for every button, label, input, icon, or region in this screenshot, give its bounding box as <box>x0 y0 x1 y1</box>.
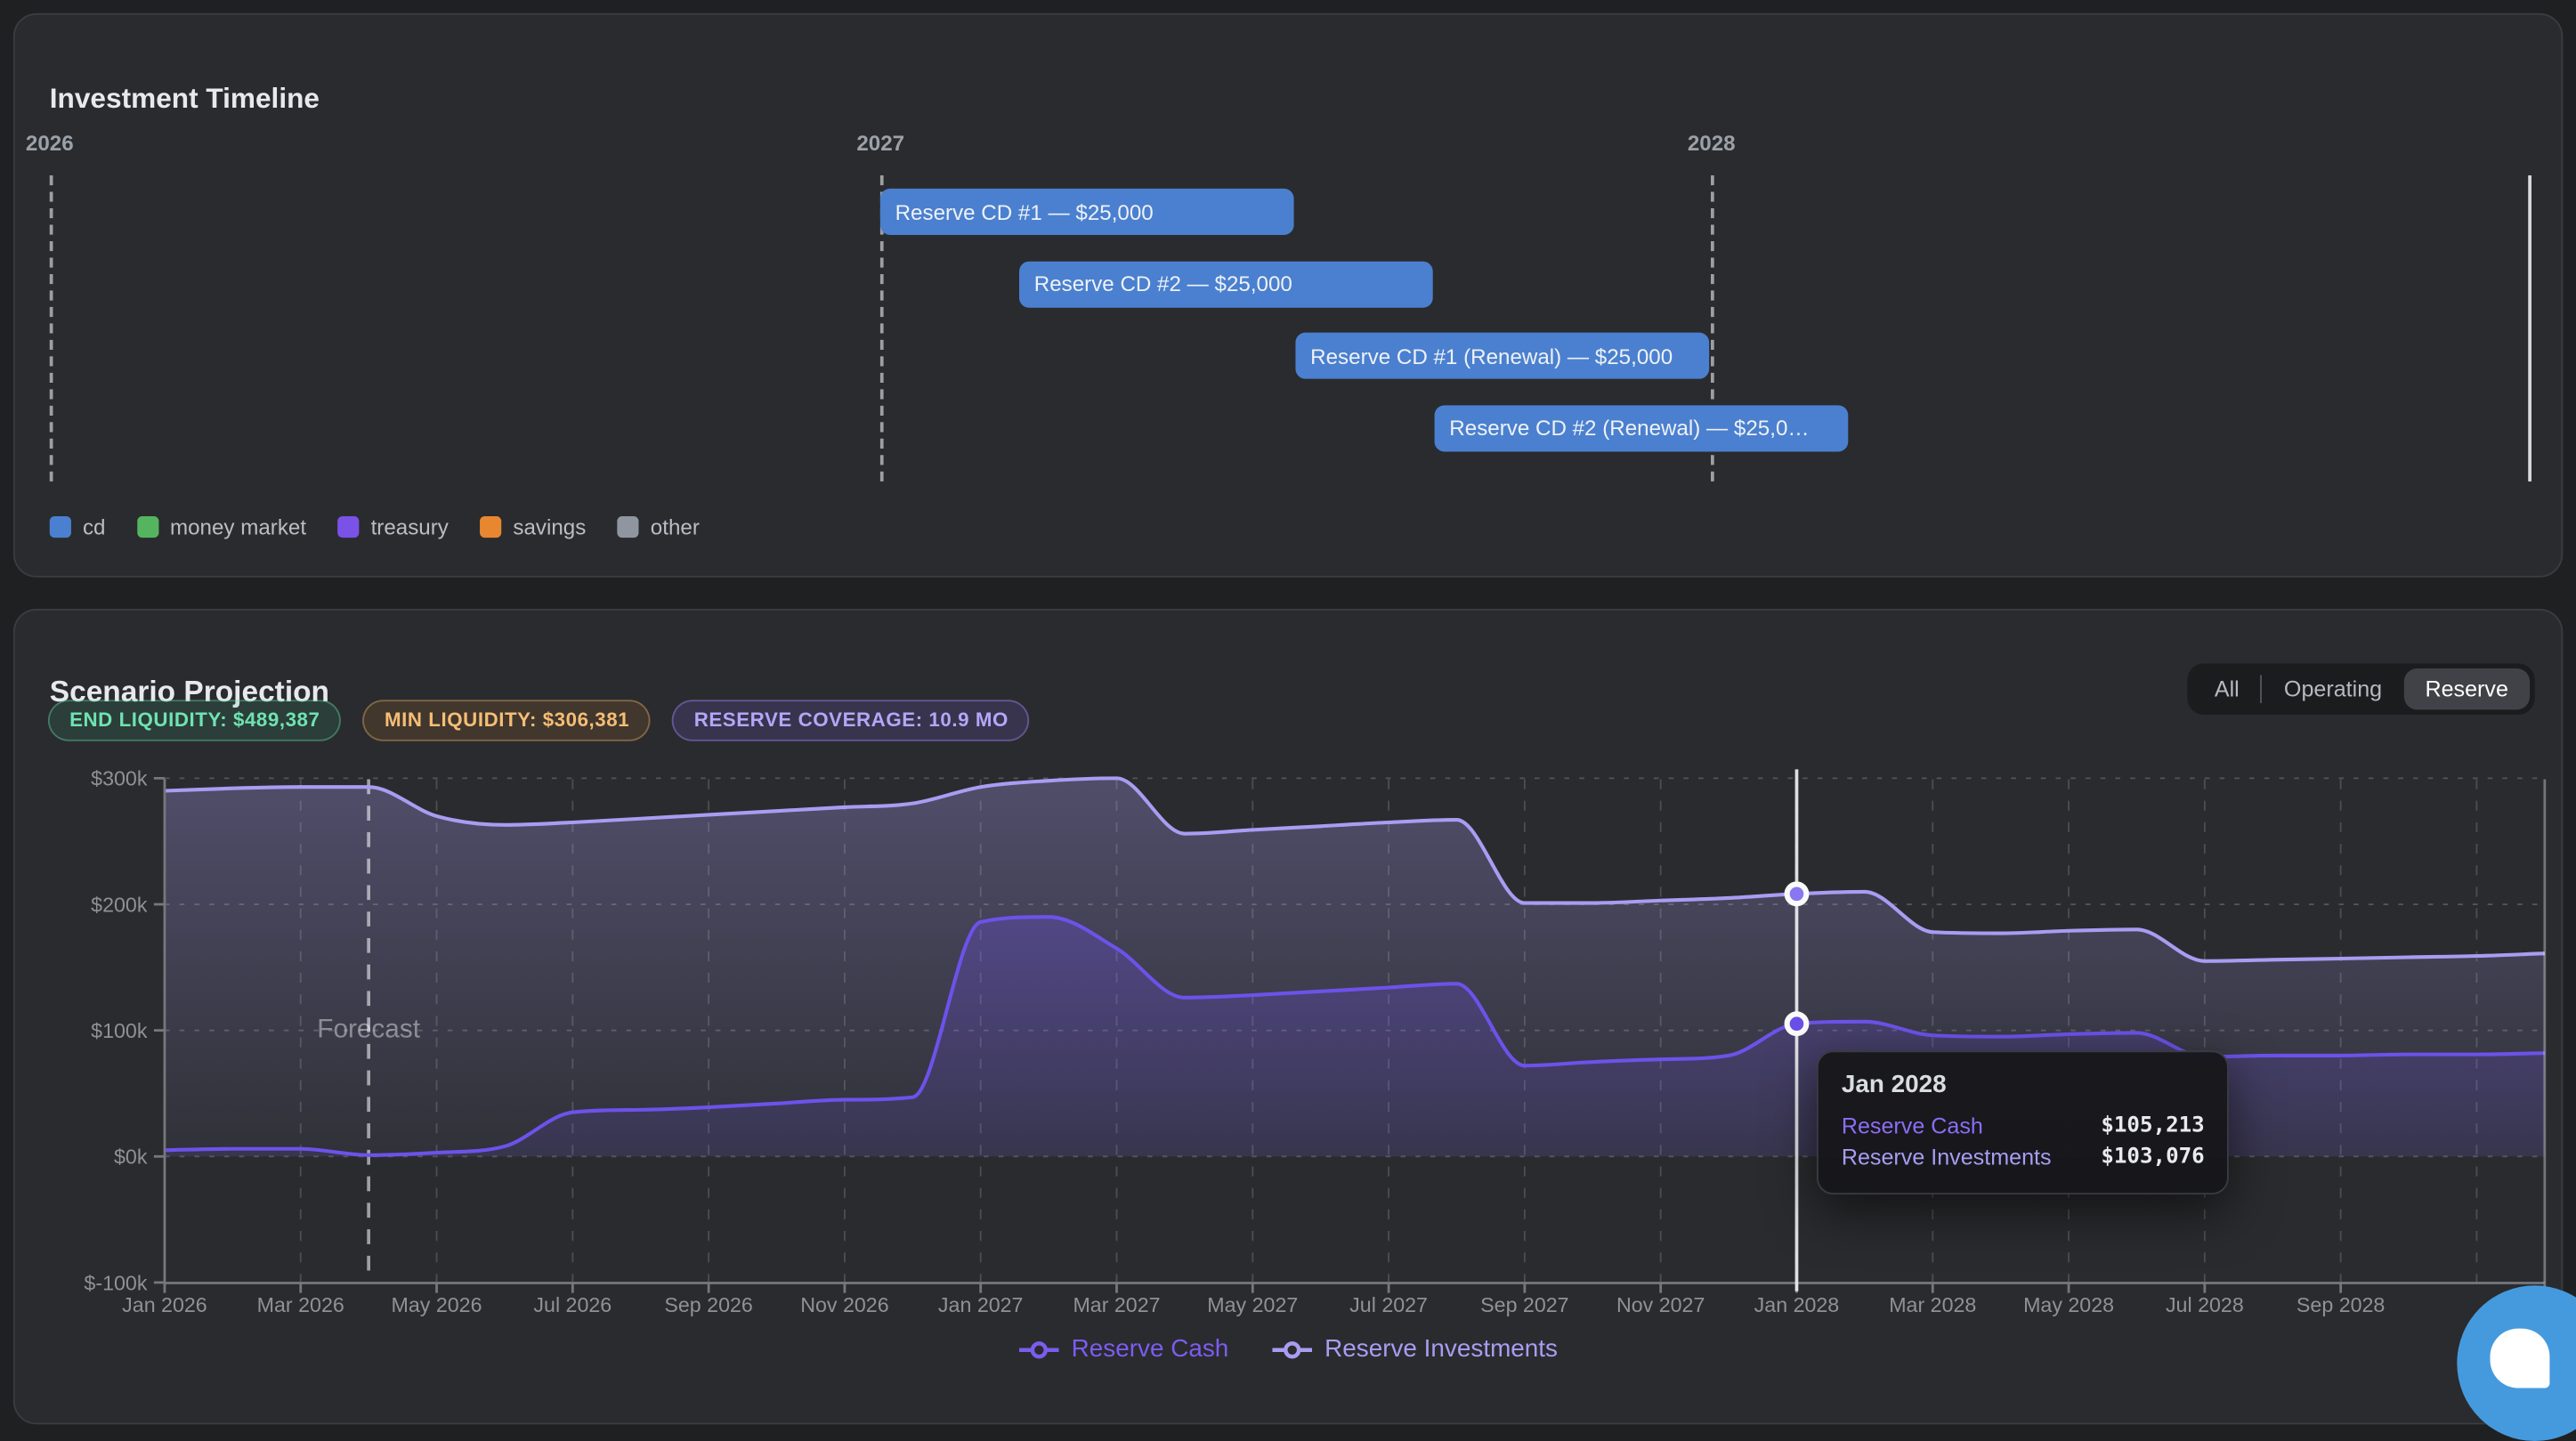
legend-swatch-treasury <box>337 516 359 538</box>
timeline-bar-label: Reserve CD #1 (Renewal) — $25,000 <box>1310 344 1673 368</box>
y-axis-label: $100k <box>91 1019 148 1042</box>
y-axis-label: $200k <box>91 893 148 916</box>
timeline-bar[interactable]: Reserve CD #2 (Renewal) — $25,0… <box>1435 404 1849 450</box>
scenario-chart-legend: Reserve Cash Reserve Investments <box>15 1335 2562 1364</box>
x-axis-label: Jan 2026 <box>122 1293 207 1316</box>
x-axis-label: Mar 2028 <box>1889 1293 1976 1316</box>
timeline-bar-label: Reserve CD #1 — $25,000 <box>895 199 1154 224</box>
x-axis-label: Jan 2027 <box>938 1293 1024 1316</box>
x-axis-label: May 2026 <box>392 1293 482 1316</box>
marker-reserve-investments-dot <box>1790 887 1804 902</box>
x-axis-label: Sep 2026 <box>664 1293 752 1316</box>
y-axis-label: $300k <box>91 767 148 790</box>
legend-label: treasury <box>371 514 449 539</box>
legend-swatch-savings <box>480 516 501 538</box>
chat-bubble-icon <box>2490 1329 2549 1388</box>
tooltip-series-value: $105,213 <box>2101 1110 2204 1141</box>
tooltip-series-label: Reserve Cash <box>1842 1110 1983 1141</box>
timeline-year-label: 2027 <box>856 131 904 156</box>
legend-label: cd <box>83 514 106 539</box>
timeline-legend-item[interactable]: other <box>618 514 700 539</box>
scenario-projection-panel: Scenario Projection END LIQUIDITY: $489,… <box>13 609 2563 1424</box>
legend-line-marker-icon <box>1018 1340 1058 1359</box>
timeline-bar[interactable]: Reserve CD #1 — $25,000 <box>880 189 1294 235</box>
tooltip-row-reserve-cash: Reserve Cash $105,213 <box>1842 1110 2205 1141</box>
x-axis-label: Jul 2028 <box>2166 1293 2244 1316</box>
timeline-legend-item[interactable]: money market <box>137 514 306 539</box>
legend-swatch-other <box>618 516 639 538</box>
x-axis-label: May 2027 <box>1207 1293 1298 1316</box>
investment-timeline-panel: Investment Timeline 2026 2027 2028 Reserve … <box>13 13 2563 578</box>
tooltip-series-value: $103,076 <box>2101 1142 2204 1173</box>
timeline-year-line <box>50 175 53 482</box>
legend-label: Reserve Investments <box>1324 1335 1558 1364</box>
tooltip-series-label: Reserve Investments <box>1842 1142 2052 1173</box>
legend-label: Reserve Cash <box>1072 1335 1229 1364</box>
timeline-year-label: 2028 <box>1688 131 1736 156</box>
legend-swatch-money-market <box>137 516 158 538</box>
x-axis-label: Mar 2027 <box>1073 1293 1160 1316</box>
dashboard-root: Investment Timeline 2026 2027 2028 Reserve … <box>0 0 2576 1428</box>
timeline-title: Investment Timeline <box>50 83 320 116</box>
x-axis-label: Nov 2026 <box>800 1293 888 1316</box>
x-axis-label: May 2028 <box>2023 1293 2114 1316</box>
x-axis-label: Jan 2028 <box>1754 1293 1840 1316</box>
legend-label: money market <box>170 514 306 539</box>
timeline-edge-line <box>2528 175 2531 482</box>
timeline-legend-item[interactable]: cd <box>50 514 106 539</box>
legend-label: savings <box>513 514 586 539</box>
x-axis-label: Sep 2027 <box>1480 1293 1568 1316</box>
chart-legend-item[interactable]: Reserve Investments <box>1272 1335 1558 1364</box>
forecast-label: Forecast <box>317 1014 420 1043</box>
x-axis-label: Mar 2026 <box>257 1293 344 1316</box>
legend-label: other <box>651 514 700 539</box>
timeline-bar-label: Reserve CD #2 (Renewal) — $25,0… <box>1449 416 1809 441</box>
y-axis-label: $-100k <box>84 1271 147 1294</box>
x-axis-label: Jul 2026 <box>533 1293 612 1316</box>
chart-tooltip: Jan 2028 Reserve Cash $105,213 Reserve I… <box>1817 1050 2230 1194</box>
legend-swatch-cd <box>50 516 71 538</box>
x-axis-label: Jul 2027 <box>1349 1293 1428 1316</box>
scenario-area-chart: Forecast $300k $200k $100k $0k $-100kJan 2026… <box>15 611 2564 1425</box>
timeline-bar[interactable]: Reserve CD #2 — $25,000 <box>1019 261 1433 307</box>
chart-legend-item[interactable]: Reserve Cash <box>1018 1335 1228 1364</box>
timeline-legend-item[interactable]: savings <box>480 514 586 539</box>
timeline-legend-item[interactable]: treasury <box>337 514 448 539</box>
x-axis-label: Nov 2027 <box>1616 1293 1705 1316</box>
timeline-bar[interactable]: Reserve CD #1 (Renewal) — $25,000 <box>1295 333 1709 379</box>
timeline-bar-label: Reserve CD #2 — $25,000 <box>1034 271 1292 296</box>
marker-reserve-cash-dot <box>1790 1016 1804 1031</box>
timeline-legend: cd money market treasury savings other <box>50 514 700 539</box>
legend-line-marker-icon <box>1272 1340 1312 1359</box>
y-axis-label: $0k <box>114 1146 148 1169</box>
x-axis-label: Sep 2028 <box>2297 1293 2385 1316</box>
tooltip-row-reserve-investments: Reserve Investments $103,076 <box>1842 1142 2205 1173</box>
tooltip-title: Jan 2028 <box>1842 1071 2205 1099</box>
timeline-year-label: 2026 <box>26 131 74 156</box>
